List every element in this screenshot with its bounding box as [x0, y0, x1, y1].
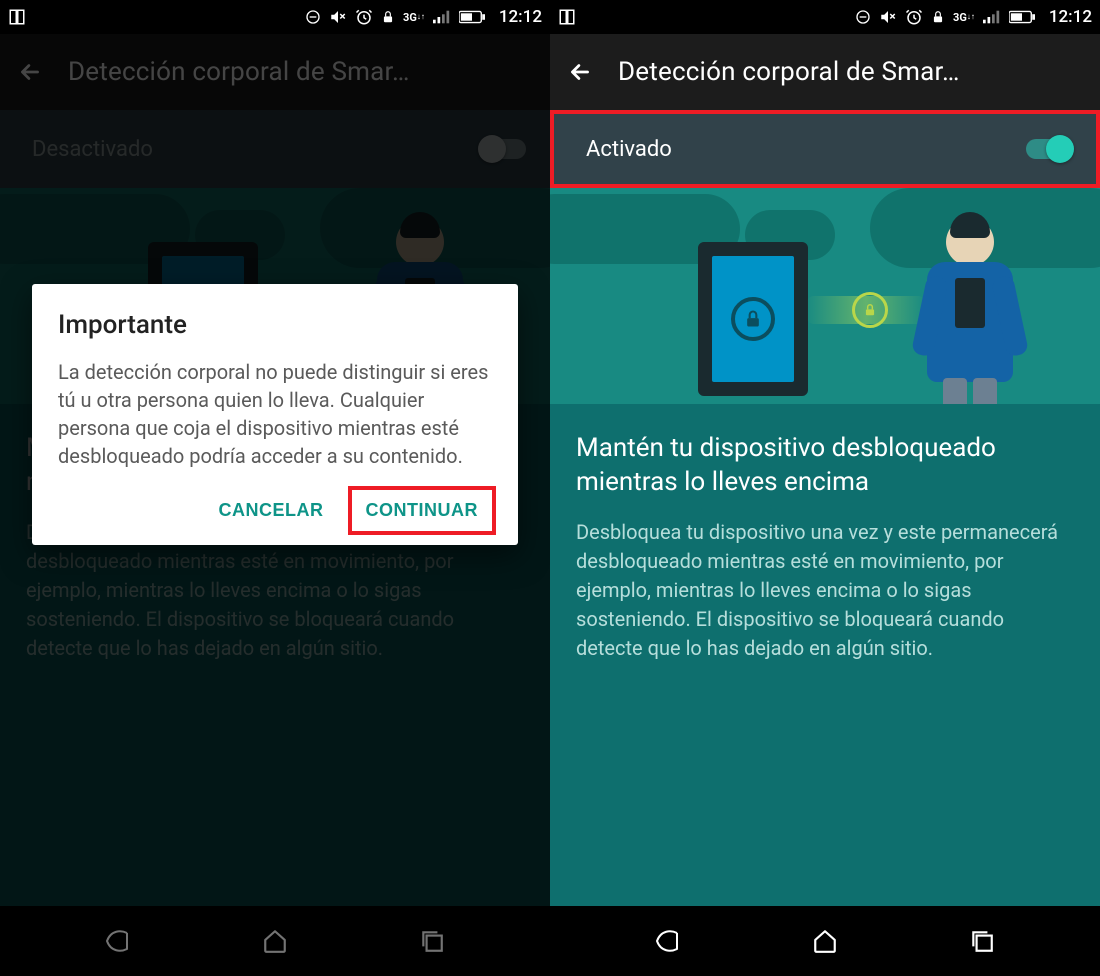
dnd-icon [305, 9, 321, 25]
nav-bar [0, 906, 550, 976]
nav-recents-button[interactable] [960, 919, 1004, 963]
toggle-row[interactable]: Desactivado [0, 110, 550, 188]
battery-icon [1009, 10, 1035, 24]
page-title: Detección corporal de Smar… [618, 57, 1084, 87]
dialog-title: Importante [58, 310, 492, 340]
cancel-button[interactable]: CANCELAR [205, 490, 338, 531]
back-button[interactable] [566, 58, 594, 86]
continue-button[interactable]: CONTINUAR [352, 490, 493, 531]
signal-icon [983, 10, 1001, 24]
hero-illustration [550, 188, 1100, 404]
phone-left: 3G↓↑ 12:12 Detección corporal de Smar… D… [0, 0, 550, 976]
dnd-icon [855, 9, 871, 25]
main-content: Mantén tu dispositivo desbloqueado mient… [550, 404, 1100, 906]
toggle-label: Activado [586, 137, 672, 162]
page-title: Detección corporal de Smar… [68, 57, 534, 87]
content-description: Desbloquea tu dispositivo una vez y este… [576, 518, 1074, 663]
toggle-switch[interactable] [1026, 139, 1072, 159]
back-button[interactable] [16, 58, 44, 86]
status-clock: 12:12 [499, 7, 542, 27]
network-3g-icon: 3G↓↑ [953, 12, 975, 23]
toggle-switch[interactable] [480, 139, 526, 159]
nav-back-button[interactable] [646, 919, 690, 963]
status-bar: 3G↓↑ 12:12 [550, 0, 1100, 34]
nav-home-button[interactable] [253, 919, 297, 963]
multiwindow-icon [8, 8, 26, 26]
lock-icon [931, 9, 945, 25]
app-bar: Detección corporal de Smar… [550, 34, 1100, 110]
unlock-beam [806, 296, 926, 324]
network-3g-icon: 3G↓↑ [403, 12, 425, 23]
status-clock: 12:12 [1049, 7, 1092, 27]
status-bar: 3G↓↑ 12:12 [0, 0, 550, 34]
mini-lock-icon [852, 292, 888, 328]
nav-bar [550, 906, 1100, 976]
battery-icon [459, 10, 485, 24]
mute-icon [879, 8, 897, 26]
multiwindow-icon [558, 8, 576, 26]
signal-icon [433, 10, 451, 24]
toggle-label: Desactivado [32, 137, 153, 162]
dialog-body: La detección corporal no puede distingui… [58, 358, 492, 470]
alarm-icon [905, 8, 923, 26]
nav-recents-button[interactable] [410, 919, 454, 963]
app-bar: Detección corporal de Smar… [0, 34, 550, 110]
nav-back-button[interactable] [96, 919, 140, 963]
phone-right: 3G↓↑ 12:12 Detección corporal de Smar… A… [550, 0, 1100, 976]
mute-icon [329, 8, 347, 26]
tablet-illustration [698, 242, 808, 396]
lock-icon [381, 9, 395, 25]
lock-circle-icon [731, 297, 775, 341]
person-illustration [910, 218, 1030, 382]
nav-home-button[interactable] [803, 919, 847, 963]
toggle-row[interactable]: Activado [550, 110, 1100, 188]
confirm-dialog: Importante La detección corporal no pued… [32, 284, 518, 545]
alarm-icon [355, 8, 373, 26]
content-heading: Mantén tu dispositivo desbloqueado mient… [576, 432, 1074, 500]
